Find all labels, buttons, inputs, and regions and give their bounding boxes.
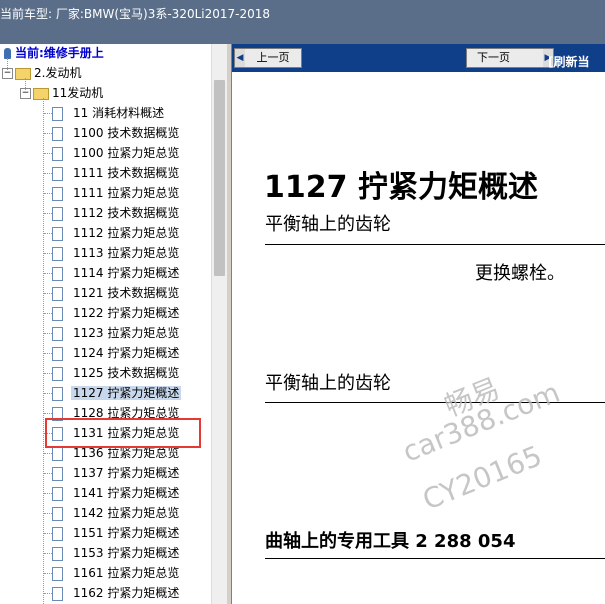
document-page-icon (52, 526, 63, 541)
tree-item[interactable]: 1142 拉紧力矩总览 (40, 504, 181, 522)
tree-item[interactable]: 1100 技术数据概览 (40, 124, 181, 142)
tree-item[interactable]: 1125 技术数据概览 (40, 364, 181, 382)
tree-item[interactable]: 1141 拧紧力矩概述 (40, 484, 181, 502)
tree-item-label: 1123 拉紧力矩总览 (73, 326, 180, 340)
document-page-icon (52, 466, 63, 481)
next-page-label: 下一页 (477, 51, 510, 64)
section-heading: 平衡轴上的齿轮 (265, 214, 391, 235)
tree-node-label: 11发动机 (52, 86, 104, 100)
document-page-icon (52, 126, 63, 141)
section-heading: 平衡轴上的齿轮 (265, 373, 391, 394)
tree-item[interactable]: 1162 拧紧力矩概述 (40, 584, 181, 602)
document-page-icon (52, 486, 63, 501)
page-title: 1127 拧紧力矩概述 (264, 170, 538, 205)
left-arrow-icon: ◀ (235, 49, 245, 67)
tree-item[interactable]: 1127 拧紧力矩概述 (40, 384, 182, 402)
tree-item-label: 1127 拧紧力矩概述 (71, 386, 182, 400)
section-divider (265, 244, 605, 245)
tree-item[interactable]: 1114 拧紧力矩概述 (40, 264, 181, 282)
tree-node-label: 2.发动机 (34, 66, 82, 80)
tree-root[interactable]: 当前:维修手册上 (4, 44, 104, 62)
document-page-icon (52, 286, 63, 301)
document-page-icon (52, 346, 63, 361)
tree-item-label: 1113 拉紧力矩总览 (73, 246, 180, 260)
tree-item[interactable]: 1100 拉紧力矩总览 (40, 144, 181, 162)
tree-item-label: 1122 拧紧力矩概述 (73, 306, 180, 320)
document-page-icon (52, 586, 63, 601)
tree-item[interactable]: 1111 技术数据概览 (40, 164, 181, 182)
tree-item-label: 1162 拧紧力矩概述 (73, 586, 180, 600)
tree-item-label: 1112 技术数据概览 (73, 206, 180, 220)
tree-item-label: 1112 拉紧力矩总览 (73, 226, 180, 240)
tree-item-label: 1111 拉紧力矩总览 (73, 186, 180, 200)
document-page-icon (52, 206, 63, 221)
tree-item[interactable]: 1121 技术数据概览 (40, 284, 181, 302)
tree-item[interactable]: 1111 拉紧力矩总览 (40, 184, 181, 202)
folder-icon (15, 67, 31, 80)
tree-item-label: 1124 拧紧力矩概述 (73, 346, 180, 360)
tree-item[interactable]: 1112 技术数据概览 (40, 204, 181, 222)
vehicle-title: 当前车型: 厂家:BMW(宝马)3系-320Li2017-2018 (0, 7, 271, 21)
title-bar: 当前车型: 厂家:BMW(宝马)3系-320Li2017-2018 (0, 0, 605, 44)
tree-item-label: 1100 拉紧力矩总览 (73, 146, 180, 160)
tree-item[interactable]: 1153 拧紧力矩概述 (40, 544, 181, 562)
tree-item[interactable]: 1137 拧紧力矩概述 (40, 464, 181, 482)
document-page-icon (52, 226, 63, 241)
document-navbar: ◀ 上一页 下一页 ▶ [刷新当 (232, 44, 605, 72)
tree-item-label: 1141 拧紧力矩概述 (73, 486, 180, 500)
prev-page-label: 上一页 (256, 51, 290, 64)
selection-highlight-box (45, 418, 201, 448)
document-page-icon (52, 146, 63, 161)
tree-item-label: 1111 技术数据概览 (73, 166, 180, 180)
tree-item[interactable]: 1161 拉紧力矩总览 (40, 564, 181, 582)
document-page-icon (52, 306, 63, 321)
tree-node-engine[interactable]: −2.发动机 (2, 64, 81, 82)
tree-item[interactable]: 1122 拧紧力矩概述 (40, 304, 181, 322)
tree-item-label: 1137 拧紧力矩概述 (73, 466, 180, 480)
next-page-button[interactable]: 下一页 ▶ (466, 48, 554, 68)
section-divider (265, 558, 605, 559)
tree-root-label: 当前:维修手册上 (15, 46, 104, 60)
document-page-icon (52, 166, 63, 181)
tree-item-label: 1114 拧紧力矩概述 (73, 266, 180, 280)
section-note: 更换螺栓。 (475, 263, 565, 284)
document-page-icon (52, 506, 63, 521)
tree-item-label: 1125 技术数据概览 (73, 366, 180, 380)
folder-open-icon (33, 87, 49, 100)
tree-item-label: 1100 技术数据概览 (73, 126, 180, 140)
document-panel: ◀ 上一页 下一页 ▶ [刷新当 1127 拧紧力矩概述 平衡轴上的齿轮 更换螺… (232, 44, 605, 604)
tree-item-label: 1142 拉紧力矩总览 (73, 506, 180, 520)
section-heading: 曲轴上的专用工具 2 288 054 (265, 531, 516, 552)
refresh-link[interactable]: [刷新当 (548, 53, 590, 70)
document-page-icon (52, 186, 63, 201)
tree-panel: 当前:维修手册上 −2.发动机 −11发动机 11 消耗材料概述 1100 技术数… (0, 44, 226, 604)
tree-item[interactable]: 1112 拉紧力矩总览 (40, 224, 181, 242)
tree-item-label: 1136 拉紧力矩总览 (73, 446, 180, 460)
document-page-icon (52, 326, 63, 341)
tree-item[interactable]: 1123 拉紧力矩总览 (40, 324, 181, 342)
document-page-icon (52, 366, 63, 381)
tree-item-label: 11 消耗材料概述 (73, 106, 165, 120)
document-page-icon (52, 246, 63, 261)
tree-item[interactable]: 1151 拧紧力矩概述 (40, 524, 181, 542)
scrollbar-thumb[interactable] (214, 80, 225, 276)
document-page-icon (52, 546, 63, 561)
tree-item[interactable]: 1113 拉紧力矩总览 (40, 244, 181, 262)
tree-item-label: 1151 拧紧力矩概述 (73, 526, 180, 540)
document-page-icon (52, 386, 63, 401)
tree-node-11-engine[interactable]: −11发动机 (20, 84, 103, 102)
tree-item[interactable]: 11 消耗材料概述 (40, 104, 166, 122)
tree-item[interactable]: 1124 拧紧力矩概述 (40, 344, 181, 362)
tree-item-label: 1121 技术数据概览 (73, 286, 180, 300)
document-page-icon (52, 266, 63, 281)
tree-item-label: 1153 拧紧力矩概述 (73, 546, 180, 560)
prev-page-button[interactable]: ◀ 上一页 (234, 48, 302, 68)
document-page-icon (52, 446, 63, 461)
document-page-icon (52, 566, 63, 581)
document-page-icon (52, 106, 63, 121)
tree-scrollbar[interactable] (211, 44, 228, 604)
tree-item-label: 1161 拉紧力矩总览 (73, 566, 180, 580)
